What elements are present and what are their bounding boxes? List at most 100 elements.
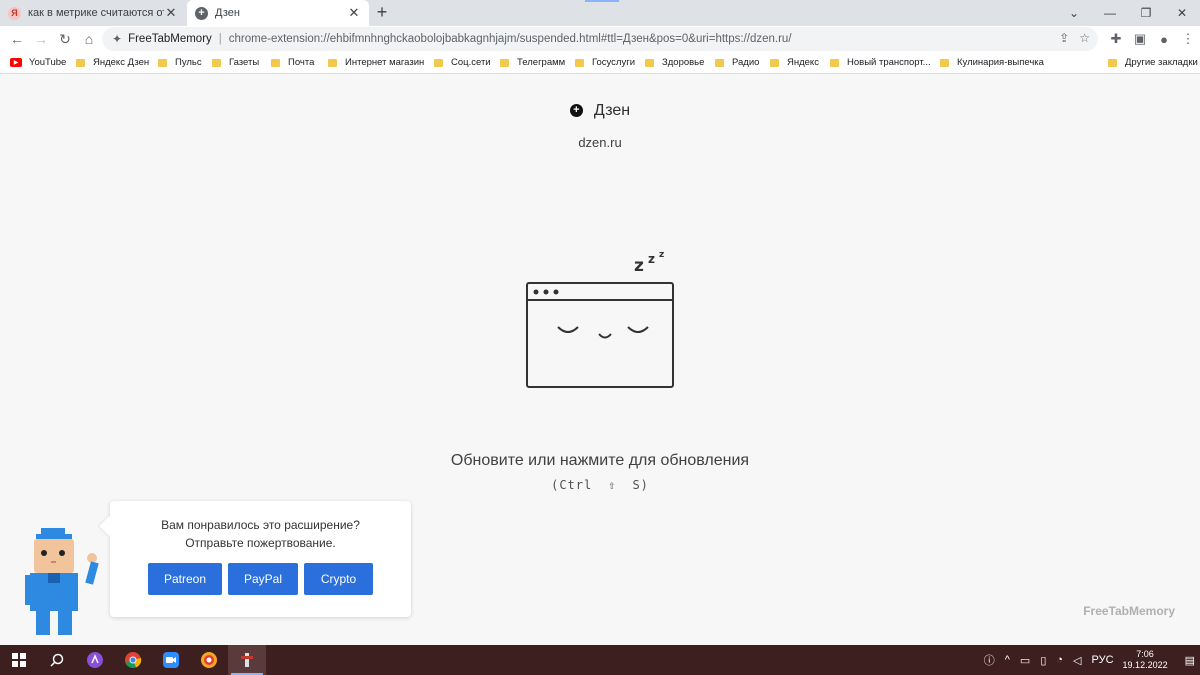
page-title-text: Дзен [593, 101, 631, 119]
tab-dzen[interactable]: + Дзен ✕ [187, 0, 369, 26]
folder-icon [715, 58, 724, 67]
new-tab-button[interactable]: + [372, 2, 392, 23]
bookmark-youtube[interactable]: ▶ YouTube [10, 57, 66, 68]
reload-icon[interactable]: ↻ [54, 28, 76, 50]
language-indicator[interactable]: РУС [1092, 654, 1114, 666]
folder-icon [212, 58, 221, 67]
address-bar[interactable]: ✦ FreeTabMemory | chrome-extension://ehb… [102, 27, 1098, 51]
profile-icon[interactable]: ● [1152, 32, 1176, 47]
folder-icon [830, 58, 839, 67]
bookmark-folder[interactable]: Яндекс [770, 57, 819, 68]
donate-line-1: Вам понравилось это расширение? [161, 518, 360, 532]
close-window-icon[interactable]: ✕ [1164, 0, 1200, 26]
donate-box: Вам понравилось это расширение? Отправьт… [110, 501, 411, 617]
bookmark-folder[interactable]: Почта [271, 57, 314, 68]
reload-instruction[interactable]: Обновите или нажмите для обновления [0, 452, 1200, 470]
bookmark-label: Телеграмм [517, 57, 566, 68]
paypal-button[interactable]: PayPal [228, 563, 298, 595]
crypto-button[interactable]: Crypto [304, 563, 373, 595]
clock[interactable]: 7:06 19.12.2022 [1123, 649, 1168, 671]
zoom-icon[interactable] [152, 645, 190, 675]
patreon-button[interactable]: Patreon [148, 563, 222, 595]
close-icon[interactable]: ✕ [164, 5, 178, 21]
page-url[interactable]: dzen.ru [0, 135, 1200, 150]
page-title[interactable]: + Дзен [569, 101, 631, 120]
keyboard-shortcut: (Ctrl ⇧ S) [0, 478, 1200, 492]
page-header: + Дзен [0, 100, 1200, 120]
active-app-icon[interactable] [228, 645, 266, 675]
folder-icon [770, 58, 779, 67]
sleeping-tab-illustration: z z z [526, 250, 674, 388]
share-icon[interactable]: ⇪ [1059, 31, 1069, 45]
volume-icon[interactable]: ◁ [1073, 654, 1081, 667]
bookmark-label: Новый транспорт... [847, 57, 931, 68]
close-icon[interactable]: ✕ [347, 5, 361, 21]
bookmark-folder[interactable]: Кулинария-выпечка [940, 57, 1044, 68]
bookmark-label: Почта [288, 57, 315, 68]
bookmark-label: Соц.сети [451, 57, 491, 68]
yandex-browser-icon[interactable] [190, 645, 228, 675]
clock-date: 19.12.2022 [1122, 660, 1168, 670]
side-panel-icon[interactable]: ▣ [1128, 31, 1152, 47]
search-icon[interactable] [38, 645, 76, 675]
bookmark-folder[interactable]: Пульс [158, 57, 202, 68]
bookmark-folder[interactable]: Соц.сети [434, 57, 491, 68]
extensions-icon[interactable]: ✚ [1104, 31, 1128, 47]
bookmark-other[interactable]: Другие закладки [1108, 57, 1198, 68]
tab-metrika[interactable]: Я как в метрике считаются отказ ✕ [0, 0, 186, 26]
folder-icon [575, 58, 584, 67]
bookmark-folder[interactable]: Госуслуги [575, 57, 635, 68]
sleep-z-icon: z [648, 252, 655, 266]
bookmark-star-icon[interactable]: ☆ [1079, 31, 1090, 45]
window-dot-icon [553, 289, 559, 295]
tab-title: как в метрике считаются отказ [28, 7, 164, 19]
bookmark-folder[interactable]: Интернет магазин [328, 57, 424, 68]
alice-icon[interactable] [76, 645, 114, 675]
storage-icon[interactable]: ▯ [1040, 654, 1046, 667]
bookmark-label: Радио [732, 57, 760, 68]
folder-icon [328, 58, 337, 67]
extension-name: FreeTabMemory [128, 33, 212, 45]
forward-icon[interactable]: → [30, 28, 52, 50]
shortcut-ctrl: (Ctrl [551, 478, 593, 492]
bookmark-folder[interactable]: Яндекс Дзен [76, 57, 149, 68]
folder-icon [1108, 58, 1117, 67]
toolbar: ← → ↻ ⌂ ✦ FreeTabMemory | chrome-extensi… [0, 26, 1200, 52]
restore-icon[interactable]: ❐ [1128, 0, 1164, 26]
omnibox-actions: ⇪ ☆ [1059, 31, 1090, 45]
closed-eye-icon [557, 326, 579, 333]
bookmark-folder[interactable]: Здоровье [645, 57, 704, 68]
home-icon[interactable]: ⌂ [78, 28, 100, 50]
minimize-icon[interactable]: — [1092, 0, 1128, 26]
donate-message: Вам понравилось это расширение? Отправьт… [110, 516, 411, 552]
bookmark-folder[interactable]: Новый транспорт... [830, 57, 931, 68]
help-icon[interactable]: ⓘ [984, 652, 995, 668]
system-tray: ⓘ ^ ▭ ▯ ◔ ◁ РУС 7:06 19.12.2022 ▤ [979, 645, 1200, 675]
extension-icon: ✦ [112, 32, 123, 46]
chrome-icon[interactable] [114, 645, 152, 675]
notifications-icon[interactable]: ▤ [1185, 654, 1195, 667]
bookmark-folder[interactable]: Радио [715, 57, 759, 68]
back-icon[interactable]: ← [6, 28, 28, 50]
battery-icon[interactable]: ▭ [1020, 654, 1030, 667]
bookmark-folder[interactable]: Телеграмм [500, 57, 565, 68]
tray-expand-icon[interactable]: ^ [1005, 654, 1010, 666]
tab-drag-indicator [585, 0, 619, 2]
bookmark-folder[interactable]: Газеты [212, 57, 259, 68]
folder-icon [645, 58, 654, 67]
bookmarks-bar: ▶ YouTube Яндекс Дзен Пульс Газеты Почта… [0, 52, 1200, 74]
bookmark-label: Яндекс Дзен [93, 57, 150, 68]
closed-eye-icon [627, 326, 649, 333]
window-dot-icon [533, 289, 539, 295]
folder-icon [940, 58, 949, 67]
network-icon[interactable]: ◔ [1056, 654, 1063, 666]
shortcut-shift-icon: ⇧ [608, 478, 617, 492]
menu-icon[interactable]: ⋮ [1176, 31, 1200, 47]
folder-icon [434, 58, 443, 67]
tab-search-icon[interactable]: ⌄ [1056, 0, 1092, 26]
bookmark-label: Пульс [175, 57, 202, 68]
windows-start-icon[interactable] [0, 645, 38, 675]
bookmark-label: Здоровье [662, 57, 705, 68]
dzen-favicon-icon: + [569, 104, 583, 117]
window-controls: ⌄ — ❐ ✕ [1056, 0, 1200, 26]
